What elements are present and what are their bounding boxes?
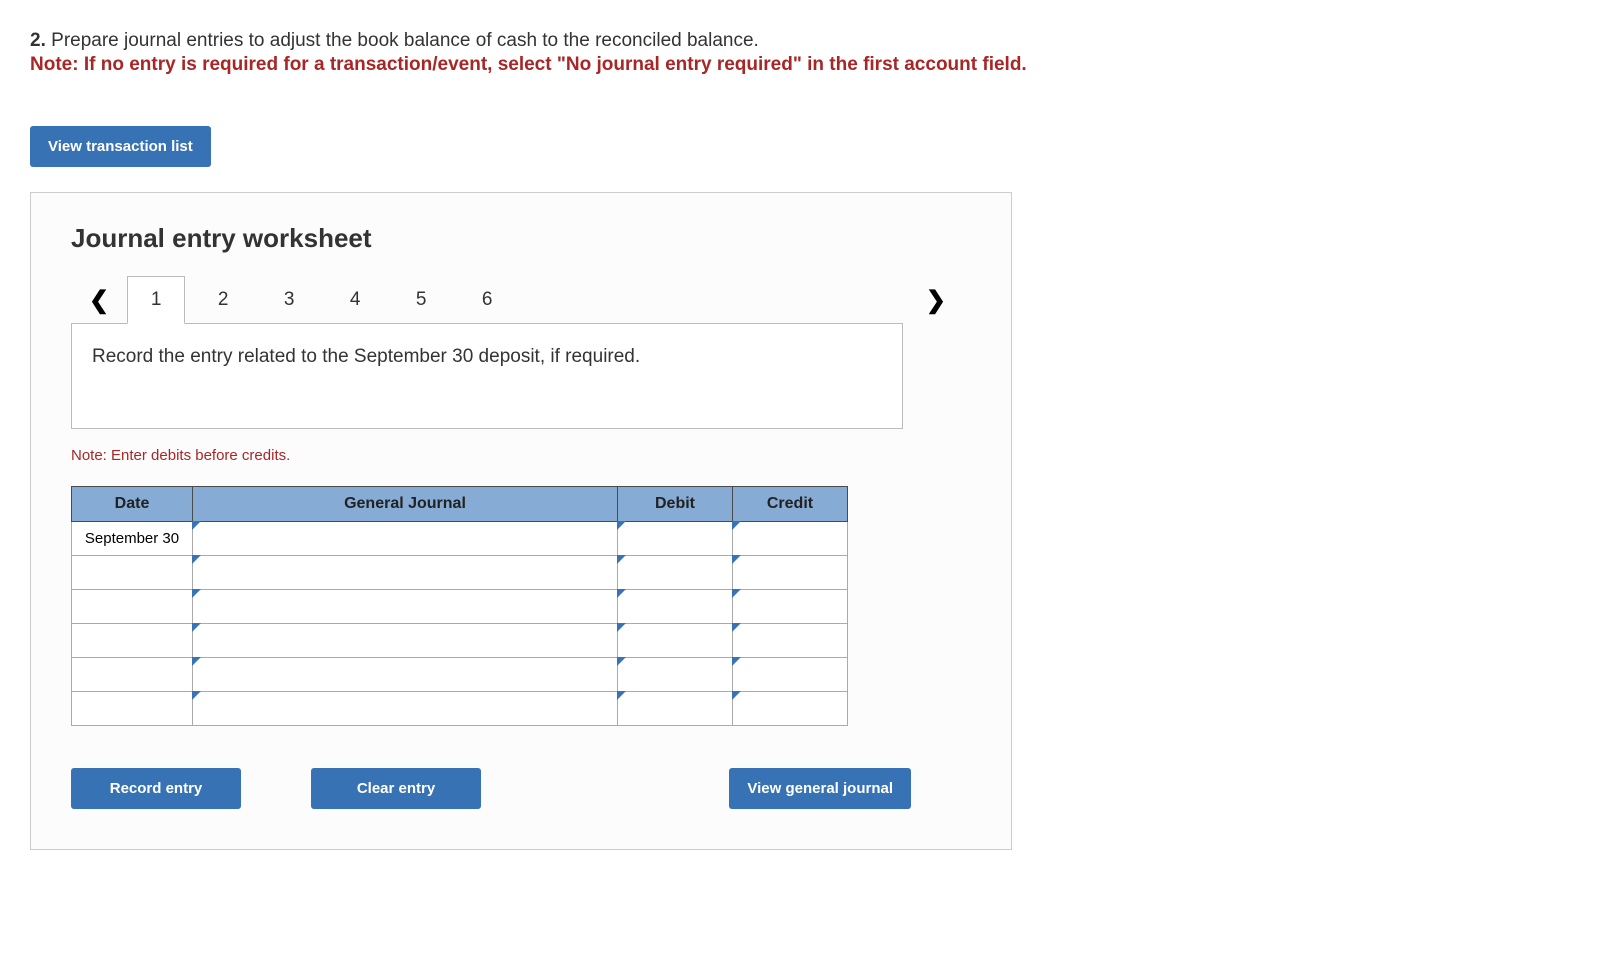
debit-input[interactable] bbox=[618, 556, 733, 590]
action-row: Record entry Clear entry View general jo… bbox=[71, 768, 911, 809]
journal-table: Date General Journal Debit Credit Septem… bbox=[71, 486, 848, 726]
tab-1[interactable]: 1 bbox=[127, 276, 185, 324]
table-row: September 30 bbox=[72, 522, 848, 556]
date-cell-empty[interactable] bbox=[72, 556, 193, 590]
table-row bbox=[72, 624, 848, 658]
debit-input[interactable] bbox=[618, 658, 733, 692]
date-cell-empty[interactable] bbox=[72, 624, 193, 658]
general-journal-input[interactable] bbox=[193, 658, 618, 692]
general-journal-input[interactable] bbox=[193, 590, 618, 624]
th-date: Date bbox=[72, 487, 193, 522]
credit-input[interactable] bbox=[733, 692, 848, 726]
view-transaction-list-button[interactable]: View transaction list bbox=[30, 126, 211, 167]
tab-5[interactable]: 5 bbox=[393, 277, 449, 323]
question-body: Prepare journal entries to adjust the bo… bbox=[51, 30, 759, 51]
debit-input[interactable] bbox=[618, 692, 733, 726]
clear-entry-button[interactable]: Clear entry bbox=[311, 768, 481, 809]
prev-arrow-icon[interactable]: ❮ bbox=[71, 286, 127, 315]
general-journal-input[interactable] bbox=[193, 522, 618, 556]
credits-note: Note: Enter debits before credits. bbox=[71, 447, 971, 464]
general-journal-input[interactable] bbox=[193, 692, 618, 726]
th-credit: Credit bbox=[733, 487, 848, 522]
date-cell-empty[interactable] bbox=[72, 590, 193, 624]
debit-input[interactable] bbox=[618, 624, 733, 658]
th-general-journal: General Journal bbox=[193, 487, 618, 522]
table-row bbox=[72, 556, 848, 590]
question-number: 2. bbox=[30, 30, 46, 51]
credit-input[interactable] bbox=[733, 624, 848, 658]
view-general-journal-button[interactable]: View general journal bbox=[729, 768, 911, 809]
date-cell: September 30 bbox=[72, 522, 193, 556]
next-arrow-icon[interactable]: ❯ bbox=[908, 286, 971, 315]
table-row bbox=[72, 590, 848, 624]
general-journal-input[interactable] bbox=[193, 624, 618, 658]
th-debit: Debit bbox=[618, 487, 733, 522]
credit-input[interactable] bbox=[733, 556, 848, 590]
credit-input[interactable] bbox=[733, 658, 848, 692]
question-note: Note: If no entry is required for a tran… bbox=[30, 54, 1572, 76]
tab-4[interactable]: 4 bbox=[327, 277, 383, 323]
credit-input[interactable] bbox=[733, 522, 848, 556]
table-row bbox=[72, 692, 848, 726]
date-cell-empty[interactable] bbox=[72, 658, 193, 692]
record-entry-button[interactable]: Record entry bbox=[71, 768, 241, 809]
general-journal-input[interactable] bbox=[193, 556, 618, 590]
worksheet-title: Journal entry worksheet bbox=[71, 223, 971, 254]
debit-input[interactable] bbox=[618, 522, 733, 556]
instruction-box: Record the entry related to the Septembe… bbox=[71, 323, 903, 429]
question-line: 2. Prepare journal entries to adjust the… bbox=[30, 30, 1572, 52]
tab-6[interactable]: 6 bbox=[459, 277, 515, 323]
date-cell-empty[interactable] bbox=[72, 692, 193, 726]
credit-input[interactable] bbox=[733, 590, 848, 624]
tab-3[interactable]: 3 bbox=[261, 277, 317, 323]
tabs-row: ❮ 1 2 3 4 5 6 ❯ bbox=[71, 276, 971, 324]
table-row bbox=[72, 658, 848, 692]
debit-input[interactable] bbox=[618, 590, 733, 624]
tab-2[interactable]: 2 bbox=[195, 277, 251, 323]
worksheet-panel: Journal entry worksheet ❮ 1 2 3 4 5 6 ❯ … bbox=[30, 192, 1012, 850]
